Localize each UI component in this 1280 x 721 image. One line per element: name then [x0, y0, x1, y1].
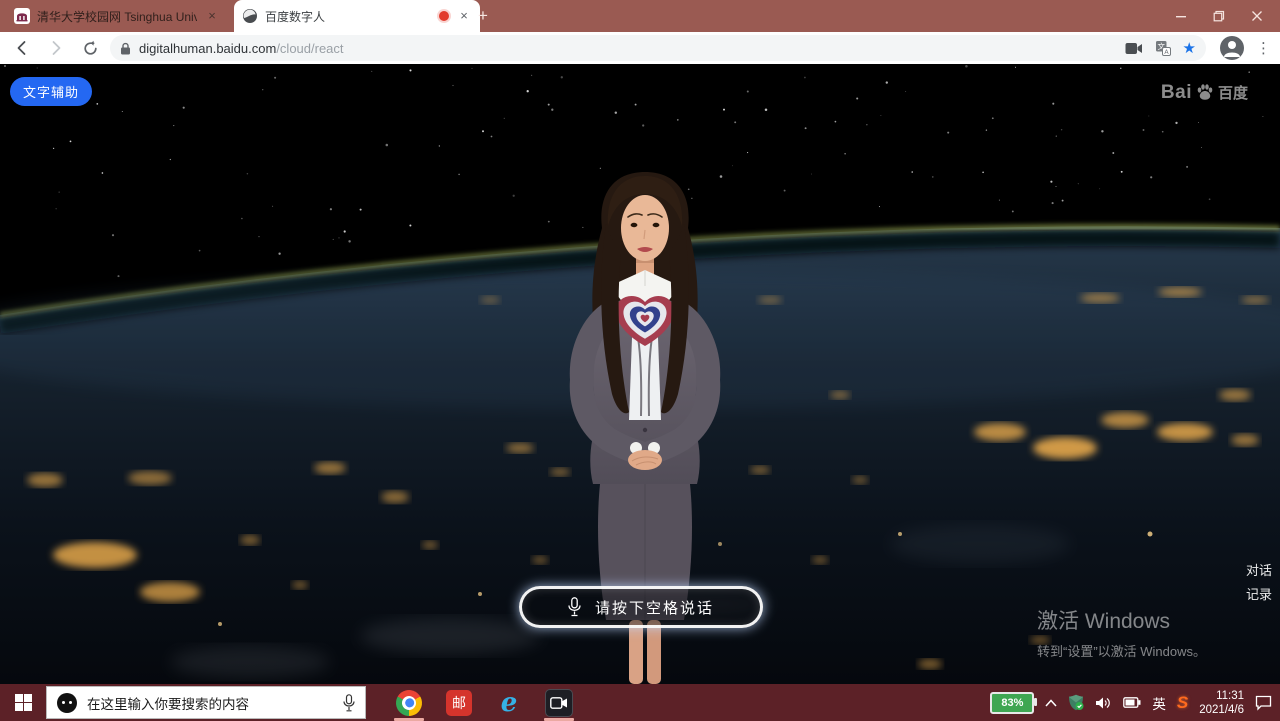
time: 11:31	[1199, 689, 1244, 703]
baidu-paw-icon	[1195, 83, 1215, 103]
baidu-logo-text: Bai	[1161, 82, 1192, 104]
browser-menu-icon[interactable]: ⋮	[1256, 39, 1271, 57]
clock[interactable]: 11:31 2021/4/6	[1199, 689, 1244, 717]
tab-title: 清华大学校园网 Tsinghua Univ	[37, 8, 197, 25]
url-host: digitalhuman.baidu.com	[139, 41, 276, 56]
restore-button[interactable]	[1200, 0, 1238, 32]
chrome-taskbar-button[interactable]	[392, 686, 426, 720]
start-button[interactable]	[0, 684, 46, 721]
search-mic-icon[interactable]	[343, 694, 355, 712]
chrome-icon	[391, 685, 427, 721]
translate-icon[interactable]: 文A	[1155, 40, 1171, 56]
press-space-to-talk-button[interactable]: 请按下空格说话	[519, 586, 763, 628]
new-tab-button[interactable]: +	[474, 7, 492, 25]
minimize-button[interactable]	[1162, 0, 1200, 32]
bookmark-star-icon[interactable]: ★	[1183, 41, 1196, 56]
cortana-icon	[57, 693, 77, 713]
tsinghua-favicon-icon	[14, 8, 30, 24]
battery-tray-icon[interactable]	[1123, 697, 1141, 708]
tray-expand-chevron-icon[interactable]	[1045, 699, 1057, 707]
svg-text:A: A	[1164, 48, 1169, 56]
video-camera-icon	[545, 689, 573, 717]
close-button[interactable]	[1238, 0, 1276, 32]
taskbar-search-input[interactable]: 在这里输入你要搜索的内容	[46, 686, 366, 719]
active-app-indicator	[394, 718, 424, 721]
profile-avatar[interactable]	[1220, 36, 1244, 60]
tab-title: 百度数字人	[265, 8, 432, 25]
defender-shield-icon[interactable]	[1068, 694, 1084, 711]
mic-button-label: 请按下空格说话	[595, 597, 714, 618]
tab-baidu-digital-human[interactable]: 百度数字人 ×	[234, 0, 480, 32]
search-placeholder: 在这里输入你要搜索的内容	[87, 693, 333, 713]
tab-close-icon[interactable]: ×	[456, 8, 472, 24]
forward-button[interactable]	[42, 34, 70, 62]
window-controls	[1162, 0, 1276, 32]
legs	[629, 620, 643, 684]
tab-camera-capture-icon[interactable]	[1125, 42, 1143, 55]
watermark-title: 激活 Windows	[1037, 605, 1206, 635]
windows-taskbar: 在这里输入你要搜索的内容 邮 e 83%	[0, 684, 1280, 721]
action-center-icon[interactable]	[1255, 695, 1272, 711]
date: 2021/4/6	[1199, 703, 1244, 717]
volume-icon[interactable]	[1095, 696, 1112, 710]
sogou-input-icon[interactable]: S	[1177, 693, 1188, 713]
dialog-label: 对话	[1246, 559, 1272, 583]
url-path: /cloud/react	[276, 41, 343, 56]
mail-taskbar-button[interactable]: 邮	[442, 686, 476, 720]
active-app-indicator	[544, 718, 574, 721]
internet-explorer-taskbar-button[interactable]: e	[492, 686, 526, 720]
ie-icon: e	[501, 690, 518, 716]
record-label: 记录	[1246, 583, 1272, 607]
tab-tsinghua[interactable]: 清华大学校园网 Tsinghua Univ ×	[8, 0, 242, 32]
digital-human-viewport: 文字辅助 Bai 百度 请按下空格说话 对话 记录 激活 Windows 转到“…	[0, 64, 1280, 684]
back-button[interactable]	[8, 34, 36, 62]
globe-favicon-icon	[242, 8, 258, 24]
text-assist-button[interactable]: 文字辅助	[10, 77, 92, 106]
input-language-indicator[interactable]: 英	[1152, 693, 1166, 713]
lock-icon	[120, 42, 131, 55]
baidu-logo-cn: 百度	[1218, 82, 1248, 103]
activate-windows-watermark: 激活 Windows 转到“设置”以激活 Windows。	[1037, 605, 1206, 660]
baidu-logo: Bai 百度	[1161, 82, 1248, 104]
address-bar[interactable]: digitalhuman.baidu.com /cloud/react 文A ★	[110, 35, 1206, 61]
recording-indicator-icon	[439, 11, 449, 21]
pinned-apps: 邮 e	[392, 686, 576, 720]
mail-icon: 邮	[446, 690, 472, 716]
microphone-icon	[568, 597, 581, 617]
camera-recorder-taskbar-button[interactable]	[542, 686, 576, 720]
browser-toolbar: digitalhuman.baidu.com /cloud/react 文A ★…	[0, 32, 1280, 64]
dialog-record-tab[interactable]: 对话 记录	[1246, 559, 1272, 607]
browser-titlebar: 清华大学校园网 Tsinghua Univ × 百度数字人 × +	[0, 0, 1280, 32]
battery-percent-widget[interactable]: 83%	[990, 692, 1034, 714]
system-tray: 83% 英 S 11:31 2021/4/6	[990, 689, 1280, 717]
tab-close-icon[interactable]: ×	[204, 8, 220, 24]
watermark-subtitle: 转到“设置”以激活 Windows。	[1037, 641, 1206, 660]
refresh-button[interactable]	[76, 34, 104, 62]
